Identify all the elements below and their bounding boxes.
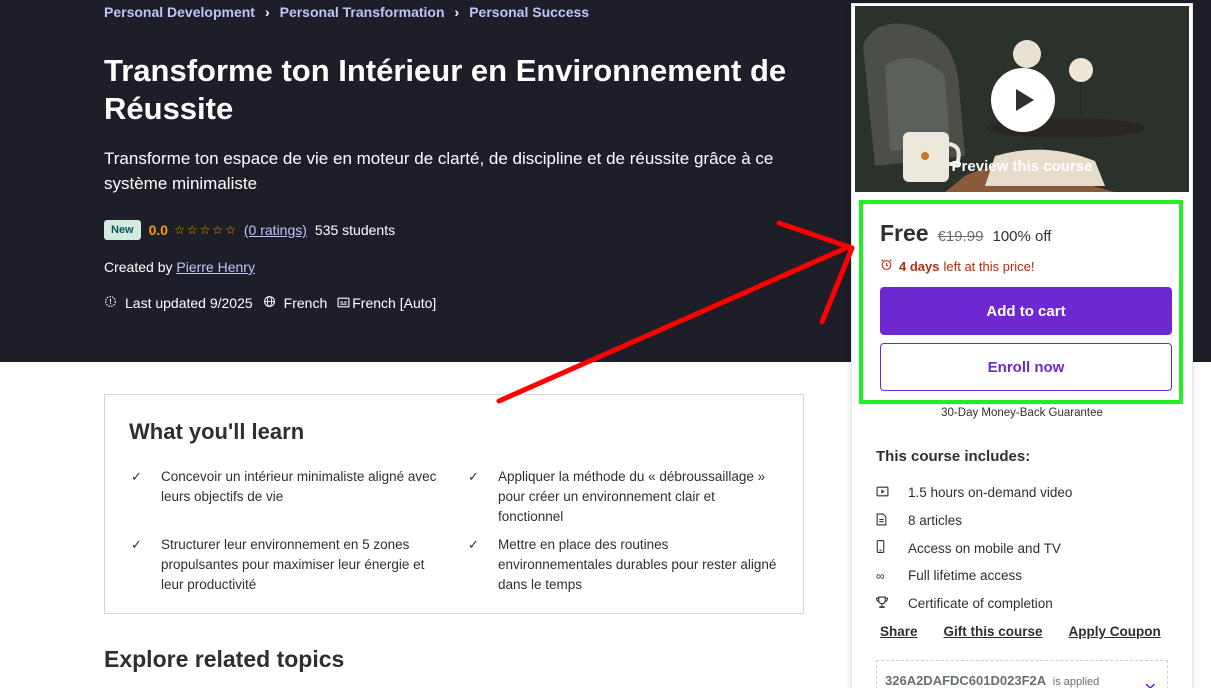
learn-item: ✓ Mettre en place des routines environne…: [466, 535, 786, 595]
breadcrumb: Personal Development › Personal Transfor…: [104, 4, 589, 20]
gift-course-link[interactable]: Gift this course: [944, 624, 1043, 639]
check-icon: ✓: [468, 537, 479, 552]
apply-coupon-link[interactable]: Apply Coupon: [1069, 624, 1161, 639]
price-timer: 4 days left at this price!: [880, 258, 1035, 274]
includes-text: 1.5 hours on-demand video: [908, 485, 1073, 501]
learn-item-text: Appliquer la méthode du « débroussaillag…: [498, 469, 766, 524]
created-by-label: Created by: [104, 259, 173, 275]
course-title: Transforme ton Intérieur en Environnemen…: [104, 53, 787, 126]
timer-text: left at this price!: [943, 258, 1035, 274]
check-icon: ✓: [131, 469, 142, 484]
coupon-status: is applied: [1052, 676, 1100, 688]
what-youll-learn: What you'll learn ✓ Concevoir un intérie…: [104, 394, 804, 614]
article-icon: [876, 513, 908, 529]
timer-days: 4 days: [899, 258, 940, 274]
discount-percent: 100% off: [992, 228, 1052, 245]
highlighted-purchase-box: Free €19.99 100% off 4 days left at this…: [859, 200, 1183, 404]
language-text: French: [283, 295, 328, 311]
applied-coupon: 326A2DAFDC601D023F2A is applied ✕: [876, 660, 1168, 688]
closed-caption-icon: [337, 296, 350, 311]
explore-topics-heading: Explore related topics: [104, 646, 345, 672]
purchase-sidebar: Preview this course Free €19.99 100% off…: [851, 3, 1193, 688]
learn-item-text: Structurer leur environnement en 5 zones…: [161, 537, 425, 592]
video-icon: [876, 486, 908, 500]
add-to-cart-button[interactable]: Add to cart: [880, 287, 1172, 335]
breadcrumb-link[interactable]: Personal Transformation: [280, 4, 445, 20]
includes-text: Certificate of completion: [908, 596, 1053, 612]
course-meta: Last updated 9/2025 French French [Auto]: [104, 295, 446, 311]
last-updated: Last updated 9/2025: [104, 295, 253, 311]
students-count: 535 students: [314, 222, 396, 238]
breadcrumb-link[interactable]: Personal Success: [469, 4, 589, 20]
alarm-clock-icon: [880, 258, 893, 274]
chevron-right-icon: ›: [454, 4, 460, 20]
money-back-guarantee: 30-Day Money-Back Guarantee: [941, 407, 1103, 419]
includes-text: 8 articles: [908, 513, 963, 529]
includes-item: Access on mobile and TV: [876, 534, 1072, 562]
original-price: €19.99: [937, 228, 984, 245]
infinity-icon: ∞: [876, 568, 885, 583]
sidebar-actions: Share Gift this course Apply Coupon: [880, 624, 1187, 639]
close-icon[interactable]: ✕: [1144, 679, 1157, 688]
includes-item: Certificate of completion: [876, 590, 1072, 618]
ratings-count-link[interactable]: (0 ratings): [244, 222, 307, 238]
course-subtitle: Transforme ton espace de vie en moteur d…: [104, 149, 774, 193]
includes-text: Access on mobile and TV: [908, 540, 1061, 556]
learn-item: ✓ Appliquer la méthode du « débroussaill…: [466, 467, 786, 527]
rating-row: New 0.0 ☆☆☆☆☆ (0 ratings) 535 students: [104, 220, 395, 240]
check-icon: ✓: [131, 537, 142, 552]
learn-item-text: Mettre en place des routines environneme…: [498, 537, 777, 592]
price-row: Free €19.99 100% off: [880, 220, 1051, 247]
mobile-icon: [876, 540, 908, 556]
captions-text: French [Auto]: [352, 295, 437, 311]
share-link[interactable]: Share: [880, 624, 918, 639]
learn-item: ✓ Structurer leur environnement en 5 zon…: [129, 535, 466, 595]
language: French: [263, 295, 328, 311]
chevron-right-icon: ›: [264, 4, 270, 20]
includes-item: ∞ Full lifetime access: [876, 562, 1072, 590]
globe-icon: [263, 295, 276, 311]
includes-item: 8 articles: [876, 507, 1072, 535]
trophy-icon: [876, 596, 908, 612]
learn-heading: What you'll learn: [129, 419, 305, 444]
learn-item-text: Concevoir un intérieur minimaliste align…: [161, 469, 437, 504]
learn-item: ✓ Concevoir un intérieur minimaliste ali…: [129, 467, 466, 527]
alert-badge-icon: [104, 295, 117, 311]
preview-label: Preview this course: [951, 158, 1093, 175]
includes-item: 1.5 hours on-demand video: [876, 479, 1072, 507]
includes-text: Full lifetime access: [908, 568, 1023, 584]
course-preview[interactable]: Preview this course: [855, 6, 1189, 192]
check-icon: ✓: [468, 469, 479, 484]
rating-value: 0.0: [148, 222, 169, 238]
instructor-link[interactable]: Pierre Henry: [176, 259, 255, 275]
includes-heading: This course includes:: [876, 448, 1031, 465]
captions: French [Auto]: [337, 295, 436, 311]
play-icon: [1016, 89, 1034, 111]
enroll-now-button[interactable]: Enroll now: [880, 343, 1172, 391]
star-rating-icon: ☆☆☆☆☆: [174, 223, 238, 237]
new-badge: New: [104, 220, 141, 240]
includes-list: 1.5 hours on-demand video 8 articles Acc…: [876, 479, 1072, 617]
current-price: Free: [880, 220, 929, 246]
last-updated-text: Last updated 9/2025: [125, 295, 253, 311]
learn-list: ✓ Concevoir un intérieur minimaliste ali…: [129, 467, 779, 595]
coupon-code: 326A2DAFDC601D023F2A: [885, 673, 1047, 688]
play-button[interactable]: [991, 68, 1055, 132]
breadcrumb-link[interactable]: Personal Development: [104, 4, 255, 20]
created-by: Created by Pierre Henry: [104, 259, 255, 275]
